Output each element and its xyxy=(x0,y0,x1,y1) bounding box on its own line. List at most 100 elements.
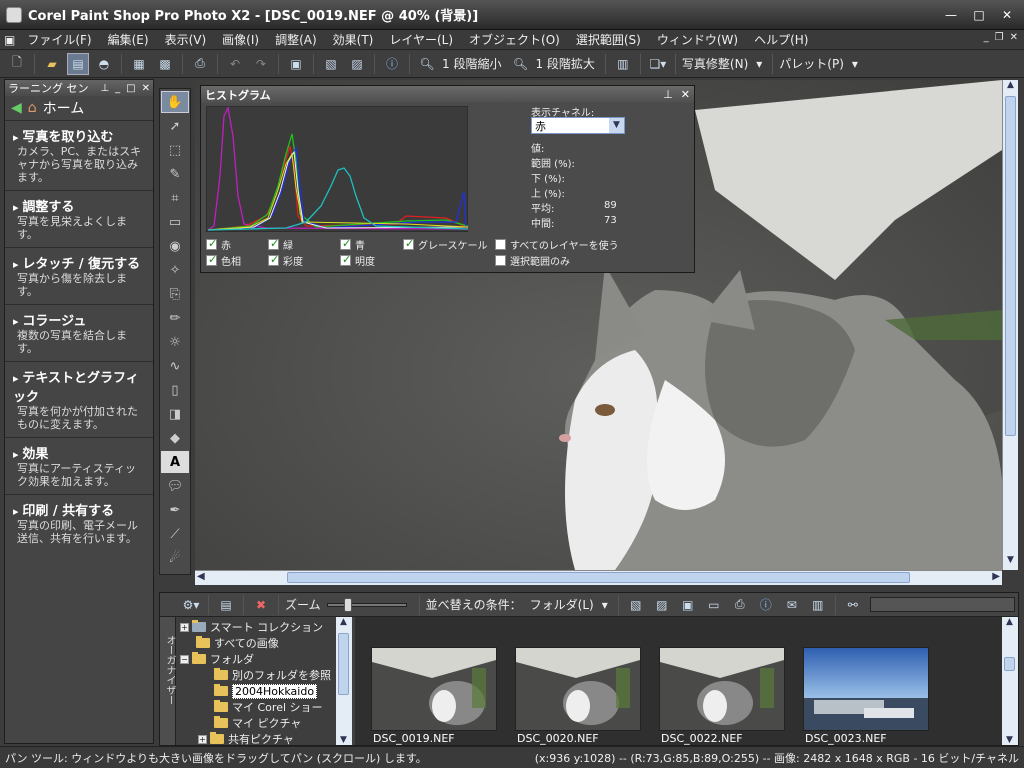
binoculars-icon[interactable]: ⚯ xyxy=(842,594,864,616)
clone-tool-icon[interactable]: ⎘ xyxy=(161,283,189,305)
menu-selections[interactable]: 選択範囲(S) xyxy=(568,31,649,48)
tree-item-corel-show[interactable]: マイ Corel ショー xyxy=(176,699,352,715)
mdi-minimize-icon[interactable]: _ xyxy=(984,32,989,43)
tree-item-smart-collection[interactable]: + スマート コレクション xyxy=(176,619,352,635)
zoom-out-button[interactable]: 1 段階縮小 xyxy=(442,55,501,72)
smudge-tool-icon[interactable]: ∿ xyxy=(161,355,189,377)
pen-tool-icon[interactable]: ✒ xyxy=(161,499,189,521)
chevron-down-icon[interactable]: ▾ xyxy=(852,57,858,71)
scan-icon[interactable]: ◓ xyxy=(93,53,115,75)
share-icon[interactable]: ▥ xyxy=(612,53,634,75)
document-icon[interactable]: ▣ xyxy=(0,33,19,47)
learning-item-print-share[interactable]: 印刷 / 共有する 写真の印刷、電子メール送信、共有を行います。 xyxy=(5,494,153,551)
adjust-photo-icon[interactable]: ▨ xyxy=(651,594,673,616)
menu-layers[interactable]: レイヤー(L) xyxy=(381,31,461,48)
slideshow-icon[interactable]: ▣ xyxy=(677,594,699,616)
tree-item-my-pictures[interactable]: マイ ピクチャ xyxy=(176,715,352,731)
vertical-scroll-thumb[interactable] xyxy=(1005,96,1016,436)
tree-item-folders[interactable]: − フォルダ xyxy=(176,651,352,667)
pin-icon[interactable]: ⊥ xyxy=(663,88,673,101)
sort-select[interactable]: フォルダ(L) xyxy=(530,596,594,613)
learning-item-collage[interactable]: コラージュ 複数の写真を結合します。 xyxy=(5,304,153,361)
info-icon[interactable]: ⓘ xyxy=(381,53,403,75)
copy-dropdown-icon[interactable]: ❏▾ xyxy=(647,53,669,75)
close-icon[interactable]: ✕ xyxy=(142,83,150,94)
menu-view[interactable]: 表示(V) xyxy=(157,31,215,48)
horizontal-scrollbar[interactable]: ◀ ▶ xyxy=(195,570,1002,585)
photo-fix-menu[interactable]: 写真修整(N) xyxy=(682,55,748,72)
red-eye-tool-icon[interactable]: ◉ xyxy=(161,235,189,257)
thumbnail-scrollbar[interactable]: ▲ ▼ xyxy=(1002,617,1018,745)
menu-window[interactable]: ウィンドウ(W) xyxy=(649,31,746,48)
menu-image[interactable]: 画像(I) xyxy=(214,31,267,48)
menu-effects[interactable]: 効果(T) xyxy=(325,31,382,48)
menu-objects[interactable]: オブジェクト(O) xyxy=(461,31,568,48)
zoom-out-icon[interactable]: 🔍︎ xyxy=(416,53,438,75)
menu-file[interactable]: ファイル(F) xyxy=(19,31,99,48)
check-selection-only[interactable]: 選択範囲のみ xyxy=(495,253,570,268)
gear-icon[interactable]: ⚙▾ xyxy=(180,594,202,616)
check-hue[interactable]: 色相 xyxy=(206,253,241,268)
minimize-icon[interactable]: _ xyxy=(115,83,120,94)
thumbnail-dsc-0022[interactable] xyxy=(659,647,785,731)
delete-icon[interactable]: ✖ xyxy=(250,594,272,616)
dropper-tool-icon[interactable]: ✎ xyxy=(161,163,189,185)
text-tool-icon[interactable]: A xyxy=(161,451,189,473)
one-step-fix-icon[interactable]: ▧ xyxy=(320,53,342,75)
close-icon[interactable]: ✕ xyxy=(681,88,690,101)
check-all-layers[interactable]: すべてのレイヤーを使う xyxy=(495,237,619,252)
save-icon[interactable]: ▦ xyxy=(128,53,150,75)
color-replacer-tool-icon[interactable]: ◆ xyxy=(161,427,189,449)
pick-tool-icon[interactable]: ➚ xyxy=(161,115,189,137)
check-saturation[interactable]: 彩度 xyxy=(268,253,303,268)
app-icon[interactable] xyxy=(6,6,22,23)
print-icon[interactable]: ⎙ xyxy=(189,53,211,75)
print-icon[interactable]: ⎙ xyxy=(729,594,751,616)
makeover-tool-icon[interactable]: ✧ xyxy=(161,259,189,281)
capture-icon[interactable]: ▤ xyxy=(215,594,237,616)
minimize-button[interactable]: — xyxy=(940,5,962,25)
learning-item-effects[interactable]: 効果 写真にアーティスティック効果を加えます。 xyxy=(5,437,153,494)
check-green[interactable]: 緑 xyxy=(268,237,293,252)
zoom-in-icon[interactable]: 🔍︎ xyxy=(509,53,531,75)
maximize-button[interactable]: □ xyxy=(968,5,990,25)
chevron-down-icon[interactable]: ▼ xyxy=(609,118,624,133)
learning-item-adjust[interactable]: 調整する 写真を見栄えよくします。 xyxy=(5,190,153,247)
lighten-tool-icon[interactable]: ☼ xyxy=(161,331,189,353)
straighten-tool-icon[interactable]: ▭ xyxy=(161,211,189,233)
chevron-down-icon[interactable]: ▾ xyxy=(756,57,762,71)
eraser-tool-icon[interactable]: ▯ xyxy=(161,379,189,401)
warp-brush-tool-icon[interactable]: ⟋ xyxy=(161,523,189,545)
close-button[interactable]: ✕ xyxy=(996,5,1018,25)
learning-item-text-graphics[interactable]: テキストとグラフィック 写真を何かが付加されたものに変えます。 xyxy=(5,361,153,437)
selection-tool-icon[interactable]: ⬚ xyxy=(161,139,189,161)
menu-adjust[interactable]: 調整(A) xyxy=(267,31,325,48)
home-icon[interactable]: ⌂ xyxy=(28,100,37,116)
tree-scrollbar[interactable]: ▲ ▼ xyxy=(336,617,352,745)
channel-select[interactable]: 赤 ▼ xyxy=(531,117,625,134)
horizontal-scroll-thumb[interactable] xyxy=(287,572,910,583)
open-folder-icon[interactable]: ▰ xyxy=(41,53,63,75)
thumbnail-dsc-0023[interactable] xyxy=(803,647,929,731)
search-input[interactable] xyxy=(869,597,1015,612)
check-blue[interactable]: 青 xyxy=(340,237,365,252)
browse-icon[interactable]: ▤ xyxy=(67,52,89,75)
fill-tool-icon[interactable]: ◨ xyxy=(161,403,189,425)
zoom-slider-thumb[interactable] xyxy=(343,597,352,612)
tree-item-all-images[interactable]: すべての画像 xyxy=(176,635,352,651)
new-file-icon[interactable]: 🗋 xyxy=(6,53,28,75)
preset-shape-tool-icon[interactable]: 💬︎ xyxy=(161,475,189,497)
paint-brush-tool-icon[interactable]: ✏ xyxy=(161,307,189,329)
learning-item-import[interactable]: 写真を取り込む カメラ、PC、またはスキャナから写真を取り込みます。 xyxy=(5,120,153,190)
learning-item-retouch[interactable]: レタッチ / 復元する 写真から傷を除去します。 xyxy=(5,247,153,304)
check-lightness[interactable]: 明度 xyxy=(340,253,375,268)
mdi-restore-icon[interactable]: ❐ xyxy=(995,32,1004,43)
check-red[interactable]: 赤 xyxy=(206,237,231,252)
thumbnail-dsc-0019[interactable] xyxy=(371,647,497,731)
menu-help[interactable]: ヘルプ(H) xyxy=(746,31,816,48)
chevron-down-icon[interactable]: ▾ xyxy=(602,598,608,612)
save-as-icon[interactable]: ▩ xyxy=(154,53,176,75)
organizer-side-tab[interactable]: オーガナイザー xyxy=(160,617,176,745)
share-icon[interactable]: ▥ xyxy=(807,594,829,616)
palette-menu[interactable]: パレット(P) xyxy=(779,55,844,72)
